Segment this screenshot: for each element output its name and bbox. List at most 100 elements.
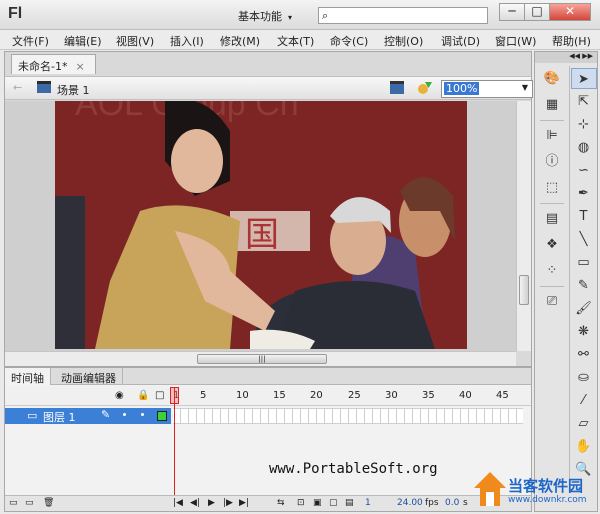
corner-logo-url: www.downkr.com — [508, 495, 587, 505]
subselection-tool-icon[interactable]: ⇱ — [571, 91, 597, 112]
edit-multiple-icon[interactable]: ▤ — [345, 498, 354, 508]
app-logo: Fl — [8, 5, 23, 22]
close-tab-icon[interactable]: × — [75, 60, 84, 73]
grid-icon[interactable]: ▦ — [539, 92, 565, 118]
library-icon[interactable]: ▤ — [539, 206, 565, 232]
timeline-footer: ▭ ▭ 🗑 |◀ ◀| ▶ |▶ ▶| ⇆ ⊡ ▣ ▢ ▤ 1 24.00 fp… — [5, 495, 531, 511]
workspace-switcher[interactable]: 基本功能 ▾ — [238, 8, 292, 24]
menu-insert[interactable]: 插入(I) — [170, 33, 204, 49]
movie-icon[interactable]: ⎚ — [539, 289, 565, 315]
edit-symbols-icon[interactable] — [417, 80, 433, 95]
onion-skin-icon[interactable]: ▣ — [313, 498, 322, 508]
stage[interactable]: AOL Group Cn 国 — [5, 101, 516, 351]
timeline-tabs: 时间轴 动画编辑器 — [5, 368, 531, 385]
line-tool-icon[interactable]: ╲ — [571, 229, 597, 250]
timeline-panel: 时间轴 动画编辑器 ◉ 🔒 □ 1 5 10 15 20 25 30 35 40… — [4, 367, 532, 512]
frame-rate-unit: fps — [425, 498, 439, 508]
new-folder-icon[interactable]: ▭ — [25, 498, 34, 508]
layer-row[interactable]: ▭ 图层 1 ✎ — [5, 408, 171, 424]
deco-tool-icon[interactable]: ❋ — [571, 321, 597, 342]
menu-text[interactable]: 文本(T) — [277, 33, 314, 49]
menu-debug[interactable]: 调试(D) — [441, 33, 480, 49]
back-arrow-icon[interactable]: ← — [13, 81, 22, 94]
hand-tool-icon[interactable]: ✋ — [571, 436, 597, 457]
search-input[interactable]: ⌕ — [318, 7, 488, 24]
stage-photo: AOL Group Cn 国 — [55, 101, 467, 349]
center-frame-icon[interactable]: ⊡ — [297, 498, 305, 508]
text-tool-icon[interactable]: T — [571, 206, 597, 227]
edit-bar: ← 场景 1 100% ▼ — [5, 76, 533, 100]
lasso-icon[interactable]: ∽ — [571, 160, 597, 181]
lock-icon[interactable]: 🔒 — [137, 390, 149, 401]
menu-view[interactable]: 视图(V) — [116, 33, 154, 49]
outline-icon[interactable]: □ — [155, 390, 164, 401]
playhead-line — [174, 387, 175, 495]
collapse-panel-icon[interactable]: ◀◀ ▶▶ — [535, 52, 597, 63]
loop-icon[interactable]: ⇆ — [277, 498, 285, 508]
rectangle-tool-icon[interactable]: ▭ — [571, 252, 597, 273]
free-transform-icon[interactable]: ⊹ — [571, 114, 597, 135]
pencil-tool-icon[interactable]: ✎ — [571, 275, 597, 296]
workspace-label: 基本功能 — [238, 10, 282, 23]
play-icon[interactable]: ▶ — [208, 498, 215, 508]
corner-logo-name: 当客软件园 — [508, 477, 584, 495]
eraser-icon[interactable]: ▱ — [571, 413, 597, 434]
eye-icon[interactable]: ◉ — [115, 390, 124, 401]
outline-color-box[interactable] — [157, 411, 167, 421]
menu-control[interactable]: 控制(O) — [384, 33, 423, 49]
frame-number: 15 — [273, 390, 286, 401]
menu-window[interactable]: 窗口(W) — [495, 33, 536, 49]
document-tab[interactable]: 未命名-1* × — [11, 54, 96, 74]
tool-strip: ➤ ⇱ ⊹ ◍ ∽ ✒ T ╲ ▭ ✎ 🖌 ❋ ⚯ ⛀ ⁄ ▱ ✋ 🔍 — [569, 66, 597, 482]
close-button[interactable]: ✕ — [549, 3, 591, 21]
minimize-button[interactable]: ─ — [499, 3, 525, 21]
paint-bucket-icon[interactable]: ⛀ — [571, 367, 597, 388]
first-frame-icon[interactable]: |◀ — [173, 498, 183, 508]
selection-tool-icon[interactable]: ➤ — [570, 68, 597, 89]
prev-frame-icon[interactable]: ◀| — [190, 498, 200, 508]
edit-scene-icon[interactable] — [390, 81, 404, 94]
lock-dot[interactable] — [141, 413, 144, 416]
title-bar: Fl 基本功能 ▾ ⌕ ─ □ ✕ — [0, 0, 600, 30]
last-frame-icon[interactable]: ▶| — [239, 498, 249, 508]
align-icon[interactable]: ⊫ — [539, 123, 565, 149]
horizontal-scrollbar[interactable]: ||| — [5, 351, 516, 366]
zoom-select[interactable]: 100% ▼ — [441, 80, 533, 98]
elapsed-time: 0.0 — [445, 498, 460, 508]
tools-panel: ◀◀ ▶▶ 🎨 ▦ ⊫ ⓘ ⬚ ▤ ❖ ⁘ ⎚ ➤ ⇱ ⊹ ◍ ∽ ✒ T ╲ … — [534, 51, 598, 512]
tab-timeline[interactable]: 时间轴 — [5, 368, 51, 385]
motion-icon[interactable]: ⁘ — [539, 258, 565, 284]
vertical-scroll-thumb[interactable] — [519, 275, 529, 305]
palette-icon[interactable]: 🎨 — [539, 66, 565, 92]
info-icon[interactable]: ⓘ — [539, 149, 565, 175]
menu-help[interactable]: 帮助(H) — [552, 33, 591, 49]
next-frame-icon[interactable]: |▶ — [223, 498, 233, 508]
onion-outline-icon[interactable]: ▢ — [329, 498, 338, 508]
frame-number: 35 — [422, 390, 435, 401]
delete-layer-icon[interactable]: 🗑 — [43, 498, 54, 508]
menu-file[interactable]: 文件(F) — [12, 33, 49, 49]
vertical-scrollbar[interactable] — [516, 101, 531, 351]
frame-number: 5 — [200, 390, 207, 401]
maximize-button[interactable]: □ — [524, 3, 550, 21]
frame-grid[interactable] — [173, 408, 523, 424]
frame-rate-value[interactable]: 24.00 — [397, 498, 423, 508]
pen-icon[interactable]: ✒ — [571, 183, 597, 204]
eyedropper-icon[interactable]: ⁄ — [571, 390, 597, 411]
visibility-dot[interactable] — [123, 413, 126, 416]
transform-icon[interactable]: ⬚ — [539, 175, 565, 201]
new-layer-icon[interactable]: ▭ — [9, 498, 18, 508]
scene-label[interactable]: 场景 1 — [57, 82, 90, 98]
3d-rotation-icon[interactable]: ◍ — [571, 137, 597, 158]
menu-modify[interactable]: 修改(M) — [220, 33, 260, 49]
tab-motion-editor[interactable]: 动画编辑器 — [55, 368, 123, 385]
components-icon[interactable]: ❖ — [539, 232, 565, 258]
layer-name[interactable]: 图层 1 — [43, 409, 76, 425]
menu-edit[interactable]: 编辑(E) — [64, 33, 102, 49]
horizontal-scroll-thumb[interactable]: ||| — [197, 354, 327, 364]
brush-tool-icon[interactable]: 🖌 — [571, 298, 597, 319]
frame-number: 10 — [236, 390, 249, 401]
bone-tool-icon[interactable]: ⚯ — [571, 344, 597, 365]
chevron-down-icon: ▾ — [288, 13, 293, 22]
menu-commands[interactable]: 命令(C) — [330, 33, 368, 49]
